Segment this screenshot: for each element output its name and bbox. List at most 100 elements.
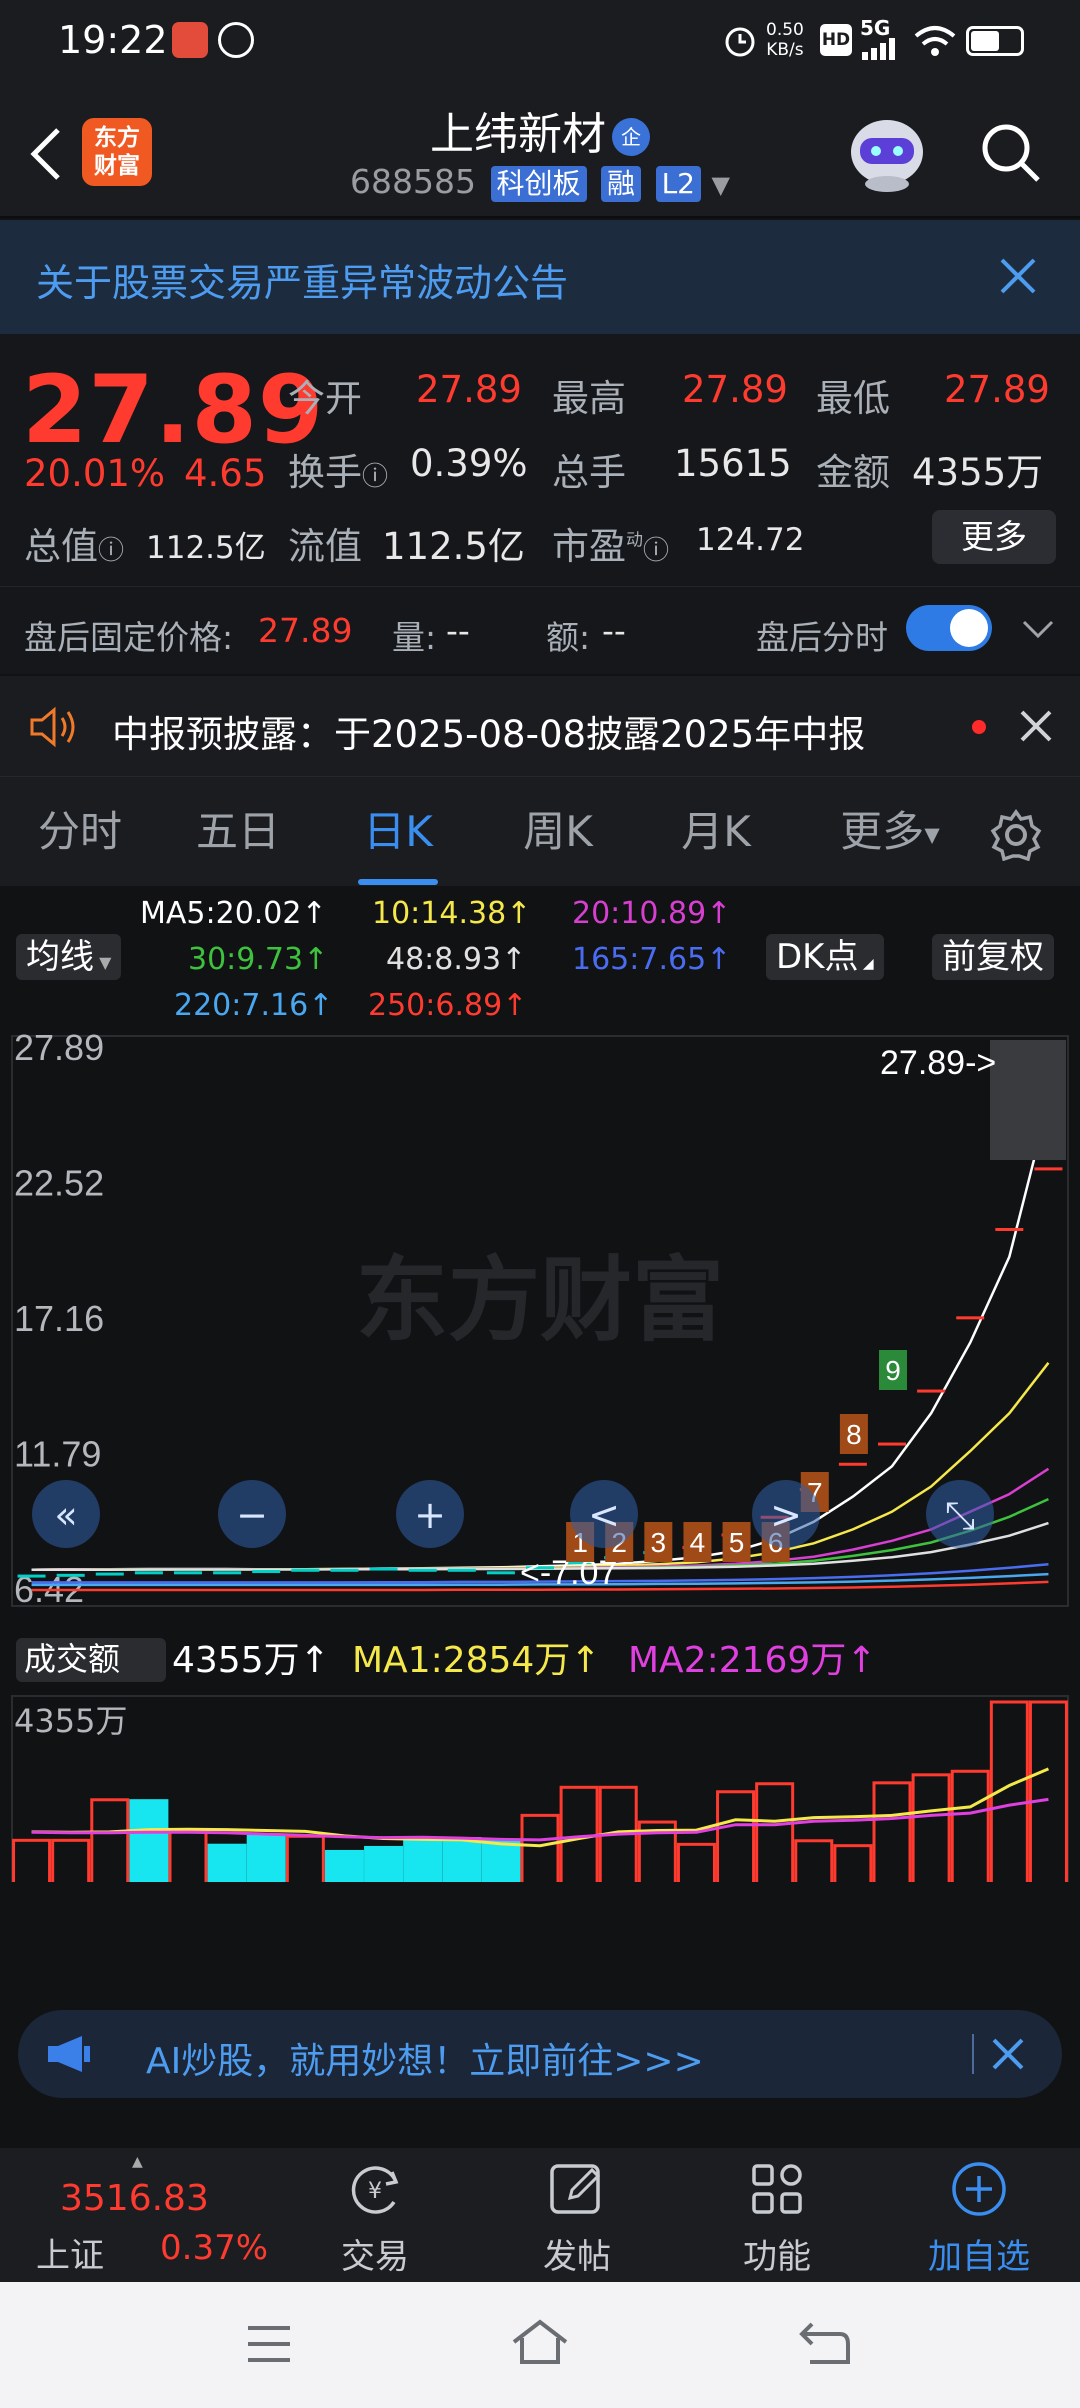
signal-icon [862, 38, 895, 60]
announcement-text[interactable]: 关于股票交易严重异常波动公告 [36, 252, 568, 307]
pe-label: 市盈动ⓘ [552, 525, 670, 568]
amount-value: 4355万 [912, 451, 1044, 494]
info-icon: ⓘ [362, 462, 389, 492]
high-value: 27.89 [682, 368, 788, 411]
watermark: 东方财富 [356, 1247, 724, 1354]
turnover-value: 0.39% [410, 442, 528, 485]
adjust-button[interactable]: 前复权 [932, 934, 1054, 980]
tab-monthly-k[interactable]: 月K [656, 777, 776, 887]
candle [917, 1389, 946, 1393]
nav-trade[interactable]: ¥ 交易 [300, 2148, 450, 2282]
tab-more[interactable]: 更多▼ [820, 777, 960, 887]
after-hours-vol-label: 量: [392, 618, 437, 657]
ai-promo-banner[interactable]: AI炒股，就用妙想！立即前往>>> [18, 2010, 1062, 2098]
candle [56, 1573, 85, 1577]
after-hours-amt-label: 额: [546, 618, 591, 657]
close-icon[interactable] [998, 256, 1038, 296]
report-text[interactable]: 中报预披露：于2025-08-08披露2025年中报 [112, 704, 865, 758]
active-tab-indicator [358, 879, 438, 885]
after-hours-toggle[interactable] [906, 605, 992, 651]
index-value[interactable]: 3516.83 [60, 2178, 209, 2219]
candle [174, 1571, 202, 1575]
volume-bar [872, 1781, 912, 1882]
candle [369, 1567, 398, 1571]
menu-icon[interactable] [244, 2322, 294, 2366]
robot-avatar[interactable] [842, 110, 932, 194]
index-change: 0.37% [160, 2228, 269, 2268]
volume-bar [676, 1842, 716, 1882]
tab-weekly-k[interactable]: 周K [498, 777, 618, 887]
add-circle-icon [952, 2162, 1006, 2216]
candle [995, 1227, 1024, 1231]
volume-ma1-line [31, 1767, 1050, 1848]
float-label: 流值 [288, 525, 362, 568]
ma-item: 10:14.38↑ [372, 896, 532, 931]
enterprise-badge: 企 [612, 118, 650, 156]
candle [838, 1462, 867, 1466]
gear-icon[interactable] [990, 809, 1042, 861]
status-bar: 19:22 0.50 KB/s HD 5G [0, 0, 1080, 82]
after-hours-vol: -- [446, 611, 470, 650]
ma-selector[interactable]: 均线 ▼ [16, 934, 122, 980]
volume-value: 4355万↑ [172, 1640, 330, 1681]
yuan-exchange-icon: ¥ [351, 2166, 399, 2214]
zoom-control-icon: ⤡ [945, 1493, 975, 1537]
volume-bar [90, 1798, 130, 1882]
status-time: 19:22 [58, 18, 168, 62]
edit-icon [550, 2164, 601, 2214]
back-nav-icon[interactable] [796, 2318, 852, 2368]
volume-bar [716, 1790, 756, 1882]
ma-item: MA5:20.02↑ [140, 896, 327, 931]
search-icon[interactable] [978, 120, 1044, 186]
zoom-control-icon: + [414, 1493, 446, 1537]
candle [486, 1571, 515, 1575]
volume-bar [12, 1838, 52, 1882]
candle [408, 1568, 437, 1572]
td-marker-label: 5 [729, 1527, 745, 1558]
turnover-label: 换手ⓘ [288, 451, 389, 494]
candle [878, 1442, 906, 1446]
tab-daily-k[interactable]: 日K [338, 777, 458, 887]
chart-tabs: 分时 五日 日K 周K 月K 更多▼ [0, 776, 1080, 886]
volume-bar [950, 1769, 990, 1882]
candle [95, 1572, 124, 1576]
price-tick-label: 27.89 [14, 1032, 104, 1068]
chevron-down-icon[interactable] [1020, 617, 1056, 641]
candle [134, 1571, 163, 1575]
dk-point-button[interactable]: DK点 ◢ [766, 934, 884, 980]
ma-item: 250:6.89↑ [368, 988, 528, 1023]
change-amount: 4.65 [184, 452, 267, 495]
after-hours-amt: -- [602, 611, 626, 650]
mktcap-label: 总值ⓘ [24, 525, 125, 568]
tab-intraday[interactable]: 分时 [20, 777, 140, 887]
apps-icon [752, 2164, 802, 2214]
price-tick-label: 11.79 [14, 1433, 101, 1474]
close-icon[interactable] [1018, 708, 1054, 744]
volume-bar [364, 1845, 404, 1882]
nav-post[interactable]: 发帖 [502, 2148, 652, 2282]
stock-code: 688585 [350, 162, 477, 201]
nav-add-watchlist[interactable]: 加自选 [904, 2148, 1054, 2282]
volume-value: 15615 [674, 442, 792, 485]
unread-dot [972, 720, 986, 734]
expand-up-icon: ▲ [132, 2154, 143, 2170]
ai-promo-text[interactable]: AI炒股，就用妙想！立即前往>>> [146, 2032, 704, 2084]
more-button[interactable]: 更多 [932, 510, 1056, 564]
announcement-bar[interactable]: 关于股票交易严重异常波动公告 [0, 220, 1080, 334]
after-hours-price-label: 盘后固定价格: [24, 618, 234, 657]
mktcap-value: 112.5亿 [146, 530, 266, 566]
volume-tick-label: 4355万 [14, 1702, 127, 1740]
home-icon[interactable] [508, 2316, 572, 2368]
kline-svg[interactable]: 27.8922.5217.1611.796.42东方财富27.89-><-7.0… [0, 1032, 1080, 1882]
td-marker-label: 4 [690, 1527, 706, 1558]
tab-five-day[interactable]: 五日 [178, 777, 298, 887]
system-nav-bar [0, 2282, 1080, 2408]
speaker-icon [30, 706, 75, 748]
volume-ma1: MA1:2854万↑ [352, 1640, 601, 1681]
nav-functions[interactable]: 功能 [702, 2148, 852, 2282]
close-icon[interactable] [990, 2036, 1026, 2072]
report-banner[interactable]: 中报预披露：于2025-08-08披露2025年中报 [0, 676, 1080, 776]
candle [330, 1568, 359, 1572]
low-value: 27.89 [944, 368, 1050, 411]
volume-bar [520, 1813, 560, 1882]
